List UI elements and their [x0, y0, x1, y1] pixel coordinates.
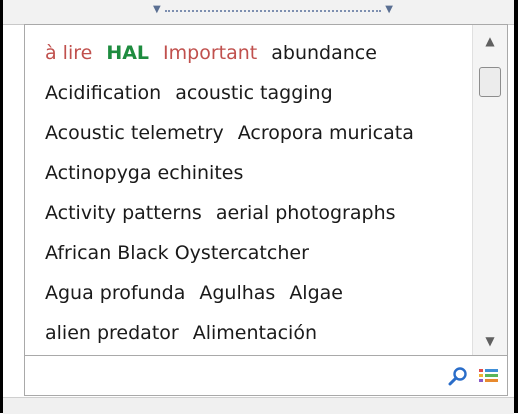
- tag-item[interactable]: abundance: [271, 42, 377, 64]
- scroll-thumb[interactable]: [479, 67, 501, 97]
- window-border-left: [0, 0, 3, 413]
- grip-right-arrow-icon: ▼: [385, 4, 393, 15]
- tag-selector-panel: à lire HAL Important abundance Acidification…: [24, 24, 508, 356]
- pane-footer: [3, 397, 514, 414]
- tag-row: Acoustic telemetry Acropora muricata: [45, 117, 428, 149]
- scroll-down-arrow-icon[interactable]: ▼: [473, 329, 507, 353]
- tag-row: alien predator Alimentación: [45, 317, 331, 349]
- tag-row: Acidification acoustic tagging: [45, 77, 347, 109]
- vertical-scrollbar[interactable]: ▲ ▼: [472, 25, 507, 355]
- tag-list: à lire HAL Important abundance Acidification…: [25, 25, 473, 355]
- tag-item[interactable]: acoustic tagging: [175, 82, 332, 104]
- tag-item[interactable]: Alimentación: [193, 322, 317, 344]
- tag-row: Actinopyga echinites: [45, 157, 257, 189]
- tag-item[interactable]: Important: [163, 42, 257, 64]
- tag-item[interactable]: Actinopyga echinites: [45, 162, 243, 184]
- tag-item[interactable]: Agua profunda: [45, 282, 185, 304]
- tag-item[interactable]: Algae: [289, 282, 343, 304]
- tag-item[interactable]: HAL: [106, 42, 149, 64]
- search-icon[interactable]: [447, 366, 469, 388]
- tag-item[interactable]: Agulhas: [199, 282, 275, 304]
- tag-item[interactable]: aerial photographs: [216, 202, 396, 224]
- tag-item[interactable]: à lire: [45, 42, 92, 64]
- tag-item[interactable]: Acoustic telemetry: [45, 122, 224, 144]
- tag-row: Agua profunda Agulhas Algae: [45, 277, 357, 309]
- filter-icon[interactable]: [479, 368, 499, 384]
- tag-row: Activity patterns aerial photographs: [45, 197, 410, 229]
- pane-header: ▼ ▼: [3, 0, 514, 25]
- tag-search-input[interactable]: [29, 362, 433, 390]
- tag-row: African Black Oystercatcher: [45, 237, 323, 269]
- tag-item[interactable]: alien predator: [45, 322, 179, 344]
- tag-item[interactable]: African Black Oystercatcher: [45, 242, 309, 264]
- tag-item[interactable]: Acidification: [45, 82, 161, 104]
- tag-row: à lire HAL Important abundance: [45, 37, 391, 69]
- resize-grip[interactable]: ▼ ▼: [153, 3, 393, 17]
- tag-item[interactable]: Acropora muricata: [238, 122, 414, 144]
- scroll-up-arrow-icon[interactable]: ▲: [473, 29, 507, 53]
- window-border-right: [514, 0, 518, 413]
- grip-dots: [164, 10, 382, 12]
- tag-search-box: [24, 356, 508, 396]
- tag-item[interactable]: Activity patterns: [45, 202, 202, 224]
- grip-left-arrow-icon: ▼: [153, 4, 161, 15]
